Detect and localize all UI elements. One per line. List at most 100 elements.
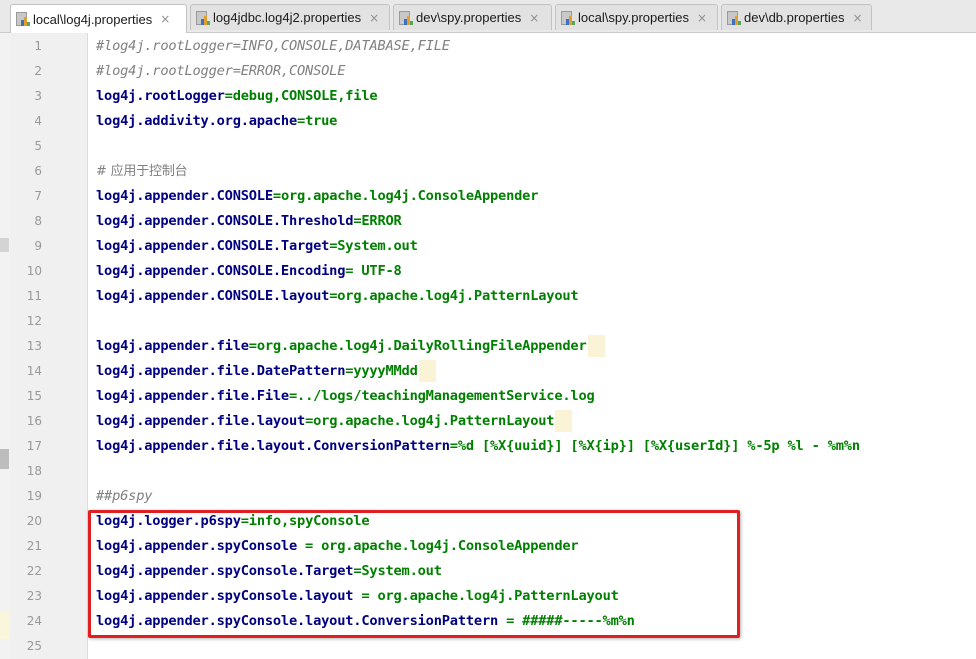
property-separator: = [248,338,257,354]
property-value: yyyyMMdd [353,363,418,379]
property-separator: = [297,113,306,129]
line-number: 12 [26,314,42,328]
trailing-whitespace-marker [587,335,605,357]
line-number: 16 [26,414,42,428]
line-number: 22 [26,564,42,578]
property-separator: = [305,413,314,429]
property-value: UTF-8 [361,263,402,279]
code-line[interactable]: log4j.appender.file.layout.ConversionPat… [96,434,860,459]
close-icon[interactable]: × [529,11,539,25]
strip-marker [0,449,9,469]
line-number: 11 [26,289,42,303]
properties-file-icon [727,10,741,25]
property-separator: = [449,438,458,454]
code-line[interactable]: log4j.appender.CONSOLE.Target=System.out [96,234,418,259]
property-key: log4j.appender.file.File [96,388,289,404]
line-number: 7 [34,189,42,203]
property-key: log4j.appender.CONSOLE.Target [96,238,330,254]
property-value: %d [%X{uuid}] [%X{ip}] [%X{userId}] %-5p… [457,438,860,454]
line-number: 9 [34,239,42,253]
line-number: 3 [34,89,42,103]
code-line[interactable]: log4j.appender.CONSOLE=org.apache.log4j.… [96,184,538,209]
code-line[interactable]: # 应用于控制台 [96,159,188,184]
property-key: log4j.appender.CONSOLE.layout [96,288,330,304]
properties-file-icon [561,10,575,25]
line-number: 4 [34,114,42,128]
comment-text: # 应用于控制台 [96,164,188,179]
code-line[interactable]: log4j.appender.file=org.apache.log4j.Dai… [96,334,605,359]
close-icon[interactable]: × [369,11,379,25]
comment-text: #log4j.rootLogger=INFO,CONSOLE,DATABASE,… [96,38,450,54]
comment-text: ##p6spy [96,488,153,504]
property-key: log4j.rootLogger [96,88,225,104]
property-value: org.apache.log4j.PatternLayout [313,413,555,429]
property-value: true [305,113,338,129]
property-key: log4j.addivity.org.apache [96,113,298,129]
line-number: 20 [26,514,42,528]
property-key: log4j.appender.CONSOLE [96,188,273,204]
property-key: log4j.appender.file.layout.ConversionPat… [96,438,450,454]
close-icon[interactable]: × [160,12,170,26]
highlight-annotation-box [88,510,740,638]
property-value: ERROR [361,213,402,229]
code-line[interactable]: log4j.appender.CONSOLE.Threshold=ERROR [96,209,402,234]
code-line[interactable]: ##p6spy [96,484,152,509]
property-separator: = [288,388,298,404]
line-number: 6 [34,164,42,178]
line-number: 2 [34,64,42,78]
tab-label: dev\db.properties [744,10,845,25]
code-line[interactable]: log4j.appender.file.layout=org.apache.lo… [96,409,573,434]
line-number: 14 [26,364,42,378]
line-number: 23 [26,589,42,603]
tab-label: log4jdbc.log4j2.properties [213,10,362,25]
code-line[interactable]: log4j.appender.file.File=../logs/teachin… [96,384,595,409]
line-number: 24 [26,614,42,628]
code-line[interactable]: log4j.addivity.org.apache=true [96,109,337,134]
strip-marker [0,611,9,639]
property-value: org.apache.log4j.DailyRollingFileAppende… [256,338,587,354]
property-separator: = [272,188,281,204]
tool-strip [0,33,10,659]
property-key: log4j.appender.CONSOLE.Encoding [96,263,346,279]
code-line[interactable]: log4j.rootLogger=debug,CONSOLE,file [96,84,378,109]
property-value: System.out [337,238,418,254]
code-editor[interactable]: 1 #log4j.rootLogger=INFO,CONSOLE,DATABASE… [0,33,976,659]
comment-text: #log4j.rootLogger=ERROR,CONSOLE [96,63,346,79]
code-line[interactable]: log4j.appender.CONSOLE.Encoding= UTF-8 [96,259,402,284]
tab-label: dev\spy.properties [416,10,522,25]
tab-dev-spy-properties[interactable]: dev\spy.properties × [393,4,552,30]
code-line[interactable]: #log4j.rootLogger=INFO,CONSOLE,DATABASE,… [96,34,450,59]
line-number: 1 [34,39,42,53]
close-icon[interactable]: × [697,11,707,25]
strip-marker [0,238,9,252]
line-number: 10 [26,264,42,278]
code-line[interactable]: #log4j.rootLogger=ERROR,CONSOLE [96,59,345,84]
code-line[interactable]: log4j.appender.CONSOLE.layout=org.apache… [96,284,579,309]
code-line[interactable]: log4j.appender.file.DatePattern=yyyyMMdd [96,359,436,384]
line-number: 13 [26,339,42,353]
line-number: 17 [26,439,42,453]
property-separator: = [224,88,233,104]
properties-file-icon [399,10,413,25]
property-value: org.apache.log4j.ConsoleAppender [280,188,539,204]
tab-label: local\spy.properties [578,10,690,25]
close-icon[interactable]: × [852,11,862,25]
editor-tab-bar: local\log4j.properties × log4jdbc.log4j2… [0,0,976,33]
tab-dev-db-properties[interactable]: dev\db.properties × [721,4,872,30]
property-key: log4j.appender.file.layout [96,413,306,429]
properties-file-icon [16,12,30,26]
property-value: org.apache.log4j.PatternLayout [337,288,579,304]
line-number: 8 [34,214,42,228]
line-number: 21 [26,539,42,553]
trailing-whitespace-marker [555,410,573,432]
line-number: 15 [26,389,42,403]
tab-local-log4j-properties[interactable]: local\log4j.properties × [10,4,187,33]
property-key: log4j.appender.file [96,338,249,354]
line-number: 18 [26,464,42,478]
tab-log4jdbc-log4j2-properties[interactable]: log4jdbc.log4j2.properties × [190,4,390,30]
line-number: 19 [26,489,42,503]
tab-local-spy-properties[interactable]: local\spy.properties × [555,4,718,30]
property-separator: = [345,263,362,279]
property-key: log4j.appender.file.DatePattern [96,363,346,379]
property-key: log4j.appender.CONSOLE.Threshold [96,213,354,229]
